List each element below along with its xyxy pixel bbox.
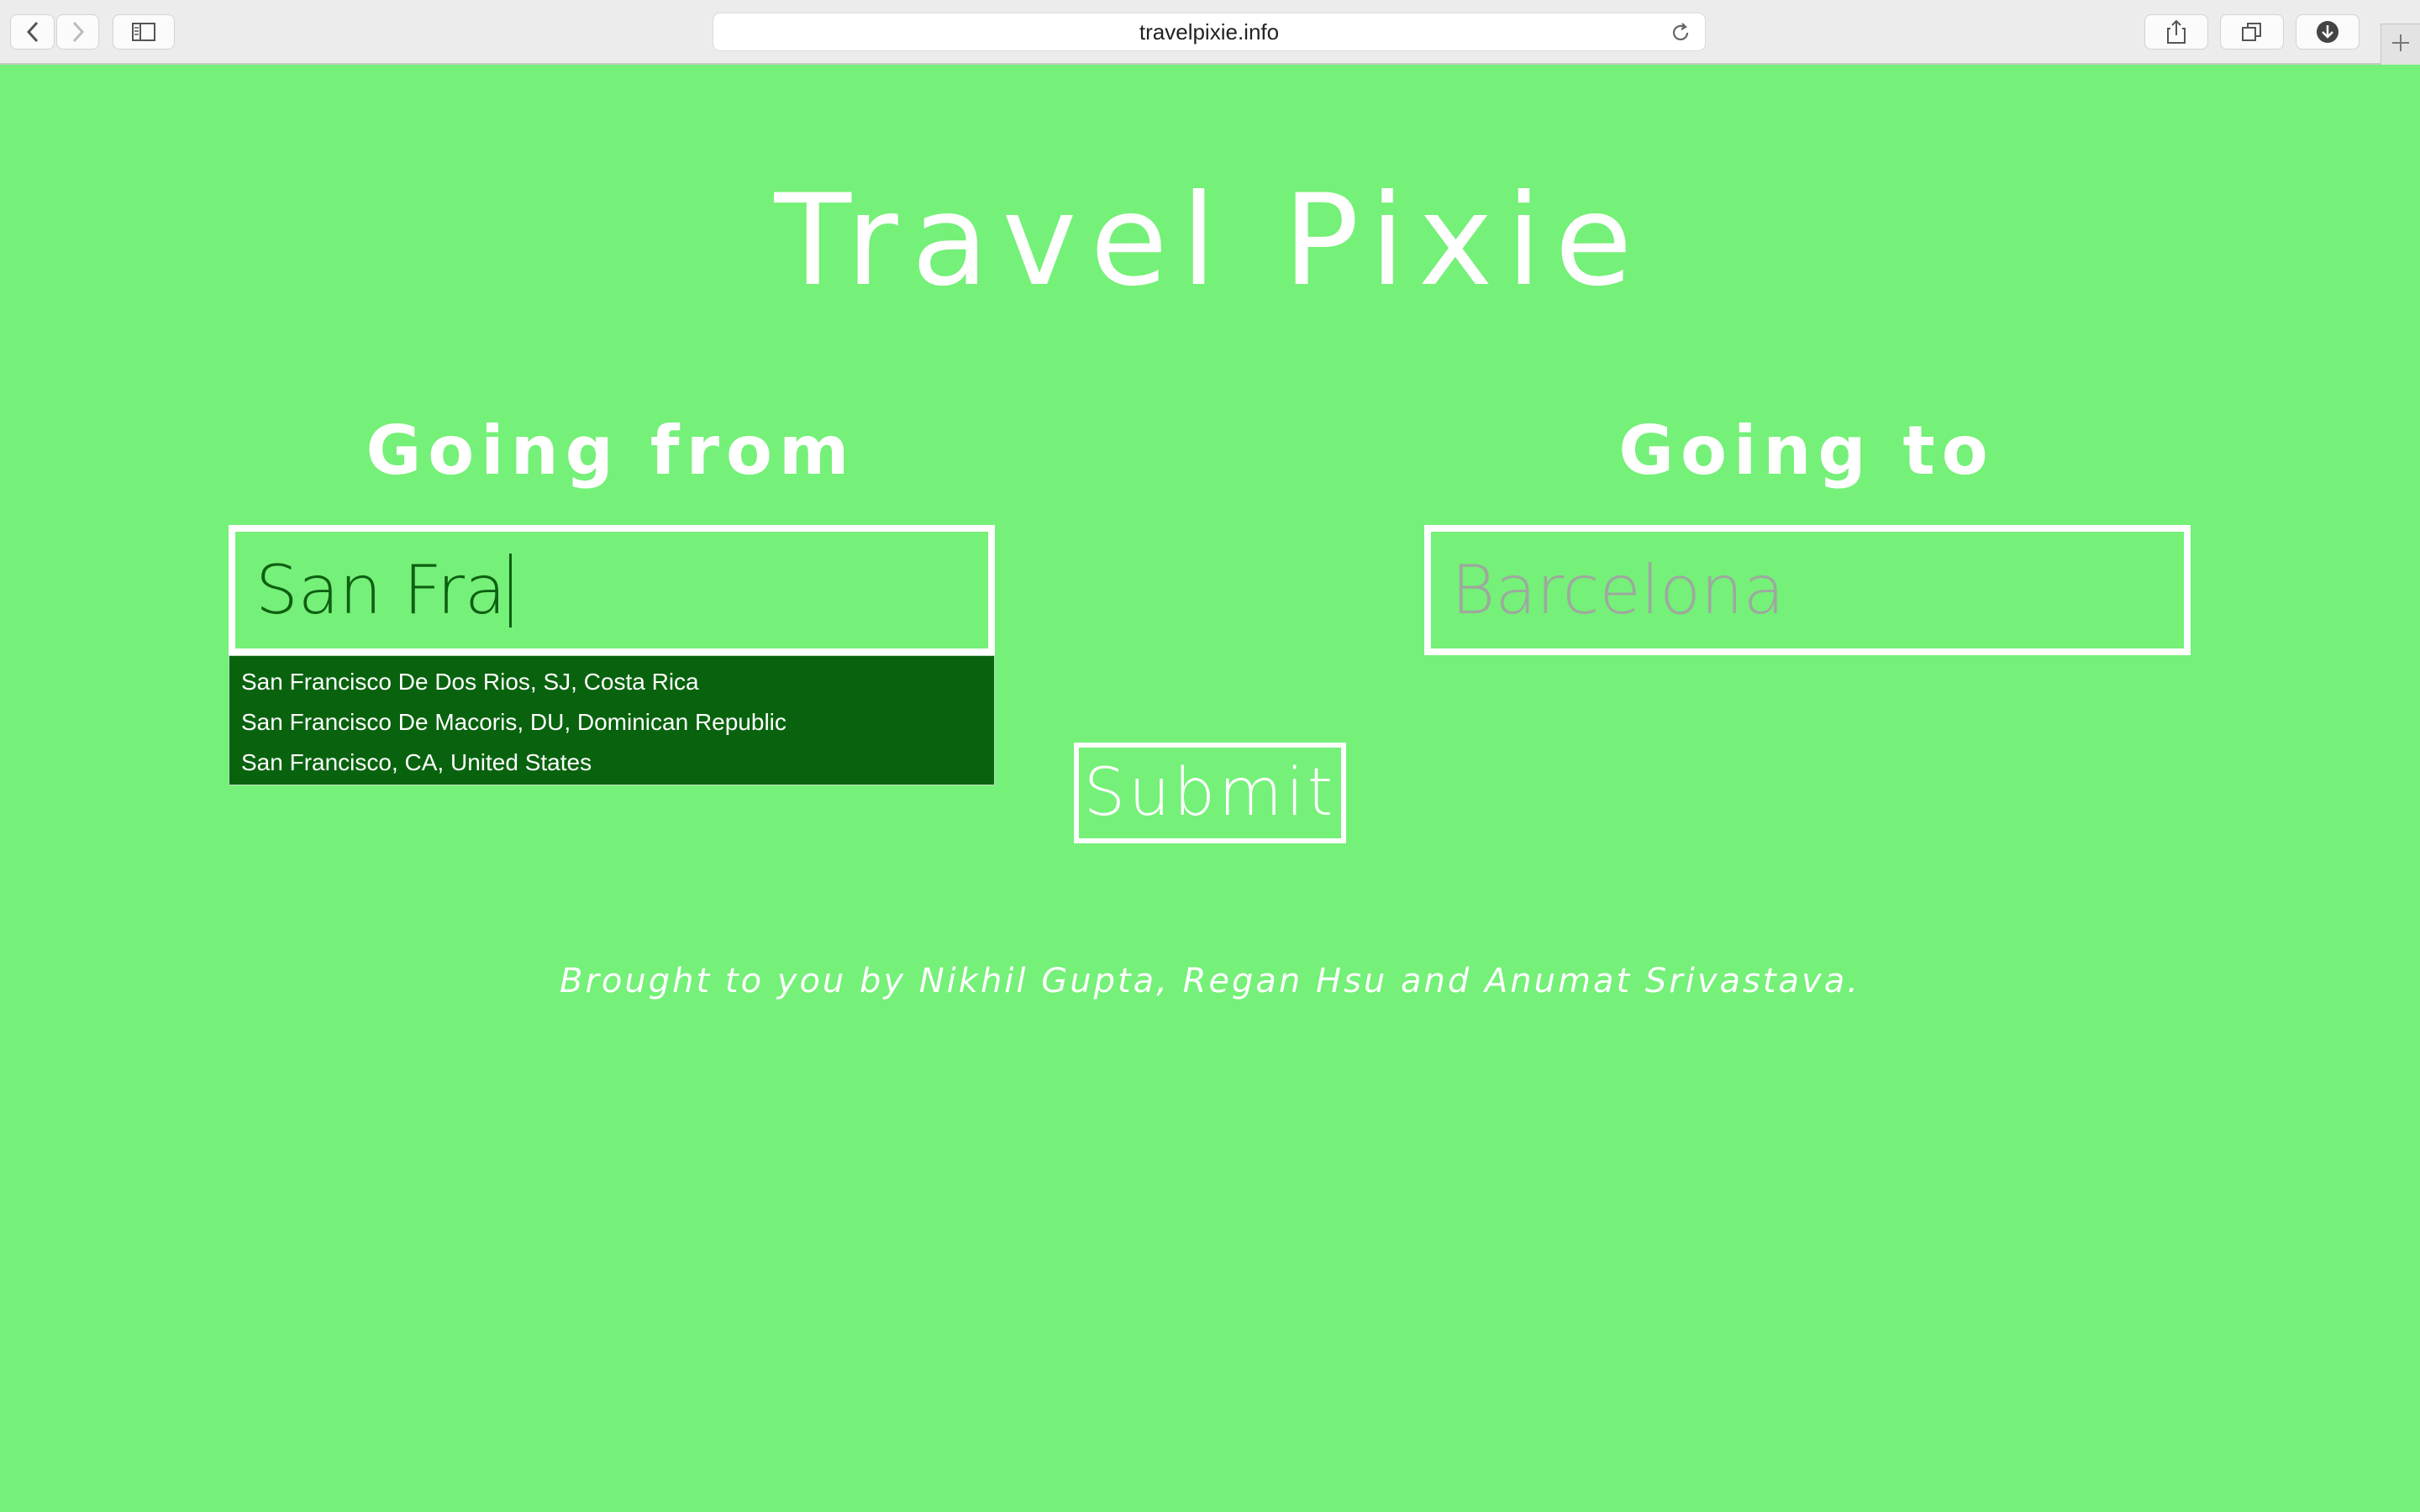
share-icon (2166, 19, 2186, 45)
going-to-heading: Going to (1618, 412, 1995, 490)
chevron-left-icon (25, 21, 40, 43)
url-text: travelpixie.info (1139, 18, 1280, 45)
address-bar[interactable]: travelpixie.info (713, 13, 1706, 51)
to-input-placeholder: Barcelona (1451, 551, 1785, 629)
text-caret (509, 553, 513, 627)
page-title: Travel Pixie (774, 168, 1646, 314)
plus-icon (2391, 33, 2411, 56)
submit-button[interactable]: Submit (1074, 743, 1346, 843)
chevron-right-icon (71, 21, 86, 43)
from-input-value: San Fra (255, 551, 507, 629)
reload-icon[interactable] (1670, 22, 1691, 47)
sidebar-icon (132, 23, 155, 41)
back-button[interactable] (10, 14, 55, 50)
autocomplete-item[interactable]: San Francisco, CA, United States (229, 748, 994, 789)
to-input[interactable]: Barcelona (1424, 525, 2191, 655)
forward-button[interactable] (56, 14, 99, 50)
downloads-button[interactable] (2296, 14, 2360, 50)
from-input[interactable]: San Fra (229, 525, 995, 655)
autocomplete-item[interactable]: San Francisco De Macoris, DU, Dominican … (229, 708, 994, 748)
autocomplete-item[interactable]: San Francisco De Dos Rios, SJ, Costa Ric… (229, 668, 994, 708)
sidebar-button[interactable] (113, 14, 175, 50)
autocomplete-dropdown: San Francisco De Dos Rios, SJ, Costa Ric… (229, 655, 995, 785)
tabs-button[interactable] (2220, 14, 2284, 50)
credits-text: Brought to you by Nikhil Gupta, Regan Hs… (560, 962, 1860, 1000)
download-icon (2316, 20, 2339, 44)
browser-toolbar: travelpixie.info (0, 0, 2420, 65)
tabs-icon (2241, 21, 2263, 43)
new-tab-button[interactable] (2381, 24, 2420, 65)
share-button[interactable] (2144, 14, 2208, 50)
going-from-heading: Going from (366, 412, 856, 490)
